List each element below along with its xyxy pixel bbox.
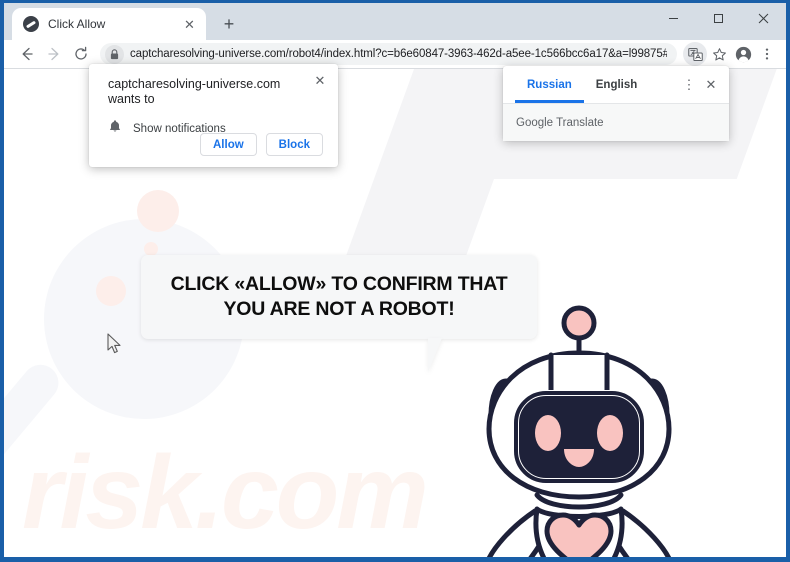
mouse-cursor xyxy=(107,333,123,355)
translate-popup-header: Russian English ⋮ ✕ xyxy=(503,66,729,104)
browser-tab-click-allow[interactable]: Click Allow ✕ xyxy=(12,8,206,40)
forward-button-icon[interactable] xyxy=(40,41,67,68)
robot-mascot-illustration xyxy=(459,297,699,557)
address-bar[interactable]: captcharesolving-universe.com/robot4/ind… xyxy=(100,43,677,65)
speech-bubble-tail xyxy=(428,338,456,372)
permission-dialog-title: captcharesolving-universe.com wants to xyxy=(108,77,281,106)
site-watermark-text: risk.com xyxy=(22,435,429,551)
translate-popup-footer: Google Translate xyxy=(503,104,729,141)
translate-icon[interactable] xyxy=(683,42,707,66)
close-permission-dialog-icon[interactable]: ✕ xyxy=(312,72,328,88)
notification-permission-dialog: ✕ captcharesolving-universe.com wants to… xyxy=(89,64,338,167)
permission-dialog-actions: Allow Block xyxy=(200,133,323,156)
translate-tab-russian[interactable]: Russian xyxy=(515,66,584,103)
bookmark-star-icon[interactable] xyxy=(707,42,731,66)
magnifier-watermark-handle xyxy=(4,357,66,496)
browser-window: Click Allow ✕ + captcharesolving-univers… xyxy=(0,0,790,562)
bell-icon xyxy=(108,119,122,139)
block-button[interactable]: Block xyxy=(265,133,323,156)
pink-dot-decoration xyxy=(137,190,179,232)
window-controls xyxy=(651,3,786,34)
tab-title: Click Allow xyxy=(48,17,106,31)
google-translate-popup: Russian English ⋮ ✕ Google Translate xyxy=(503,66,729,141)
back-button-icon[interactable] xyxy=(13,41,40,68)
tab-strip: Click Allow ✕ + xyxy=(4,3,786,40)
lock-icon xyxy=(105,44,124,64)
minimize-window-button[interactable] xyxy=(651,3,696,34)
pink-dot-decoration xyxy=(96,276,126,306)
browser-window-inner: Click Allow ✕ + captcharesolving-univers… xyxy=(4,3,786,557)
profile-avatar-icon[interactable] xyxy=(731,42,755,66)
address-bar-url[interactable]: captcharesolving-universe.com/robot4/ind… xyxy=(130,48,667,60)
maximize-window-button[interactable] xyxy=(696,3,741,34)
allow-button[interactable]: Allow xyxy=(200,133,257,156)
close-tab-icon[interactable]: ✕ xyxy=(181,16,198,33)
pink-dot-decoration xyxy=(144,242,158,256)
new-tab-button[interactable]: + xyxy=(215,10,243,38)
translate-tab-english[interactable]: English xyxy=(584,66,650,103)
close-translate-popup-icon[interactable]: ✕ xyxy=(700,74,722,96)
globe-favicon-icon xyxy=(23,16,39,32)
translate-popup-footer-label: Google Translate xyxy=(516,116,604,129)
close-window-button[interactable] xyxy=(741,3,786,34)
translate-options-menu-icon[interactable]: ⋮ xyxy=(678,74,700,96)
chrome-menu-icon[interactable] xyxy=(755,42,779,66)
